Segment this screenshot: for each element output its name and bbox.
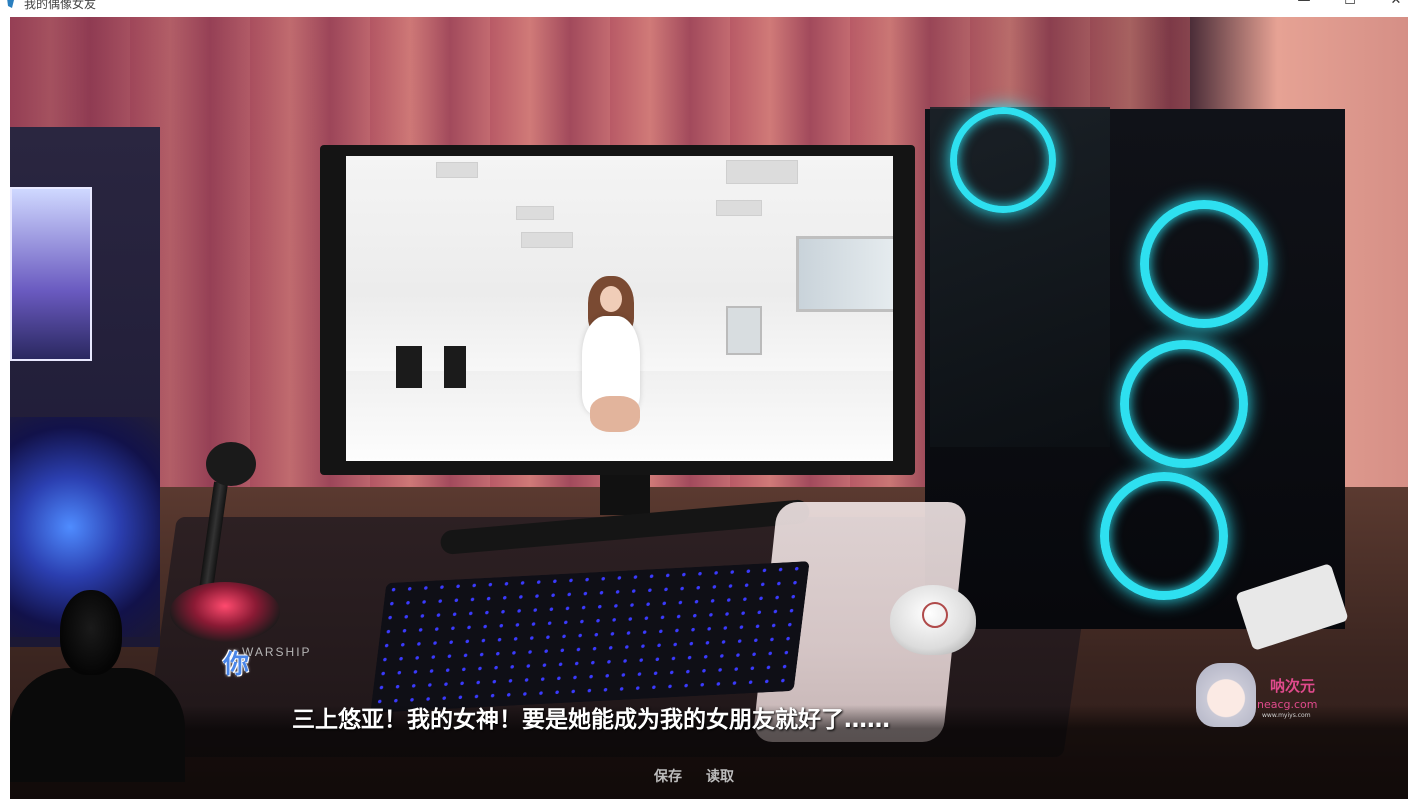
speaker (396, 346, 422, 388)
app-icon (7, 0, 14, 8)
dancer-face (600, 286, 622, 312)
monitor-screen-image (346, 156, 893, 461)
keyboard (370, 561, 810, 713)
dialogue-text: 三上悠亚！我的女神！要是她能成为我的女朋友就好了…… (292, 707, 890, 733)
rgb-fan (1100, 472, 1228, 600)
speaker-name: 你 (223, 650, 250, 680)
watermark-mascot-icon (1196, 663, 1256, 727)
dancer-legs (590, 396, 640, 432)
watermark-url: www.myiys.com (1262, 712, 1311, 719)
minimize-button[interactable]: — (1281, 0, 1327, 15)
save-button[interactable]: 保存 (654, 766, 682, 786)
watermark-brand: 呐次元 (1270, 677, 1316, 695)
rgb-fan (1120, 340, 1248, 468)
maximize-button[interactable]: ☐ (1327, 0, 1373, 15)
speaker (444, 346, 466, 388)
mouse-logo-icon (922, 602, 948, 628)
ceiling-light (716, 200, 762, 216)
room-window (796, 236, 893, 312)
ceiling-light (436, 162, 478, 178)
room-window (726, 306, 762, 355)
shelf-display (10, 187, 92, 361)
ceiling-vent (521, 232, 573, 248)
window-titlebar[interactable]: 我的偶像女友 — ☐ ✕ (0, 0, 1408, 17)
ceiling-vent (726, 160, 798, 184)
watermark-site: neacg.com (1257, 698, 1318, 711)
rgb-fan (950, 107, 1056, 213)
load-button[interactable]: 读取 (706, 766, 734, 786)
microphone-base (170, 582, 280, 642)
rgb-fan (1140, 200, 1268, 328)
monitor-stand (600, 475, 650, 515)
window-title: 我的偶像女友 (24, 0, 97, 11)
player-silhouette-body (10, 668, 185, 782)
close-button[interactable]: ✕ (1373, 0, 1408, 15)
microphone-icon (206, 442, 256, 486)
deskmat-brand-text: WARSHIP (242, 645, 312, 659)
player-silhouette-head (60, 590, 122, 675)
ceiling-light (516, 206, 554, 220)
